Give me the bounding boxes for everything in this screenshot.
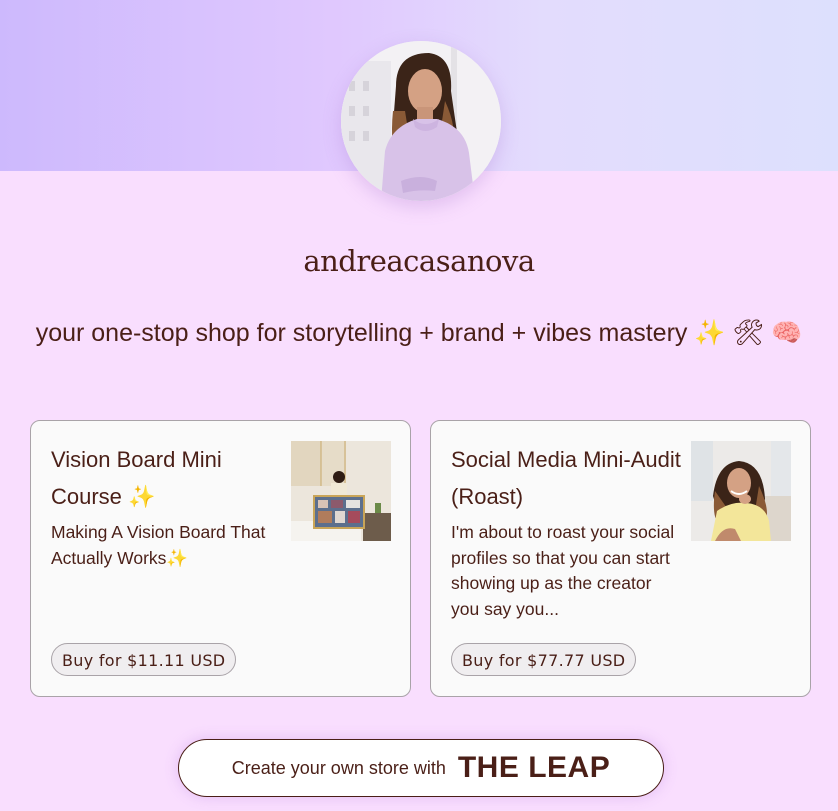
hammer-wrench-icon: 🛠 bbox=[732, 318, 765, 347]
product-thumbnail-image bbox=[691, 441, 791, 541]
tagline: your one-stop shop for storytelling + br… bbox=[0, 318, 838, 348]
avatar bbox=[341, 41, 501, 201]
brain-icon: 🧠 bbox=[771, 318, 803, 347]
product-thumbnail bbox=[291, 441, 391, 541]
sparkles-icon: ✨ bbox=[128, 485, 156, 510]
product-description: Making A Vision Board That Actually Work… bbox=[51, 520, 281, 572]
buy-button[interactable]: Buy for $77.77 USD bbox=[451, 643, 637, 676]
username: andreacasanova bbox=[303, 244, 535, 278]
product-description-text: Making A Vision Board That Actually Work… bbox=[51, 522, 266, 568]
product-title: Social Media Mini-Audit (Roast) bbox=[451, 441, 681, 515]
the-leap-logo: THE LEAP bbox=[457, 751, 611, 784]
create-store-text: Create your own store with bbox=[231, 757, 446, 778]
product-title: Vision Board Mini Course ✨ bbox=[51, 441, 281, 516]
buy-button[interactable]: Buy for $11.11 USD bbox=[51, 643, 237, 676]
product-thumbnail-image bbox=[291, 441, 391, 541]
product-card-vision-board[interactable]: Vision Board Mini Course ✨ Making A Visi… bbox=[30, 420, 411, 697]
tagline-text: your one-stop shop for storytelling + br… bbox=[35, 319, 688, 347]
create-store-button[interactable]: Create your own store with THE LEAP bbox=[178, 739, 664, 797]
product-title-text: Social Media Mini-Audit (Roast) bbox=[451, 447, 681, 509]
sparkles-icon: ✨ bbox=[166, 548, 189, 569]
avatar-image bbox=[341, 41, 501, 201]
product-thumbnail bbox=[691, 441, 791, 541]
product-description: I'm about to roast your social profiles … bbox=[451, 522, 675, 619]
sparkles-icon: ✨ bbox=[694, 318, 726, 347]
product-card-social-media-audit[interactable]: Social Media Mini-Audit (Roast) I'm abou… bbox=[430, 420, 811, 697]
